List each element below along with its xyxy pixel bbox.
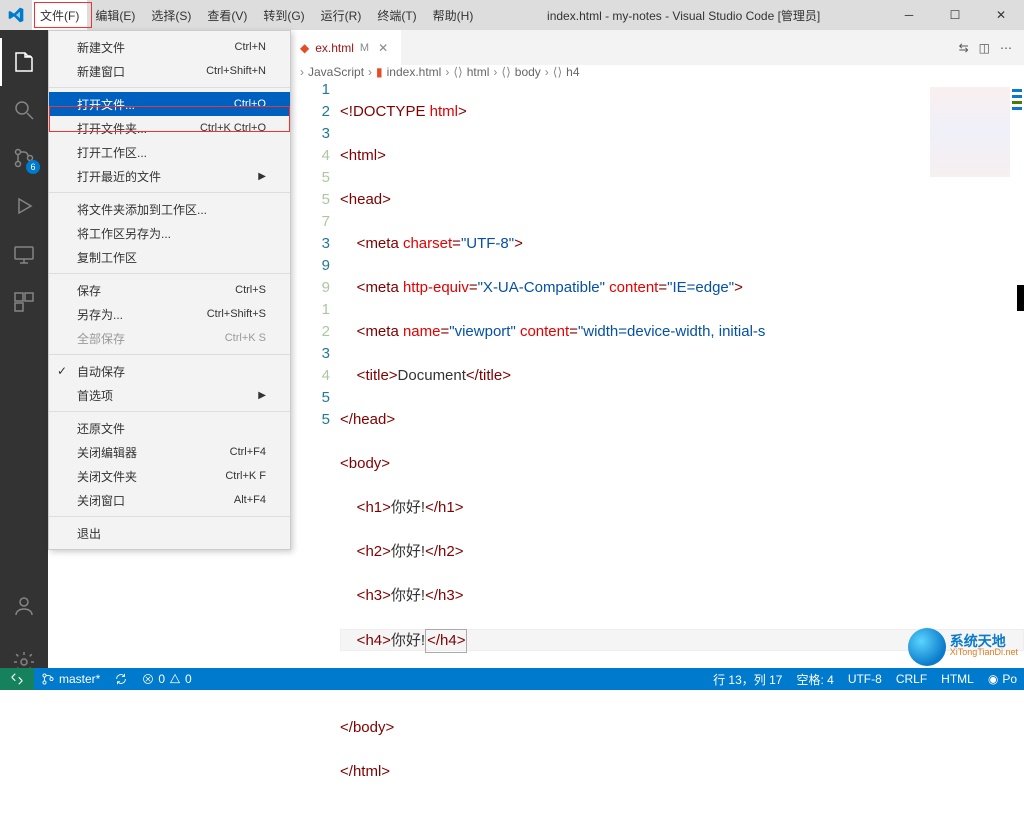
brace-icon: ⟨⟩	[553, 65, 562, 79]
tab-html-icon: ◆	[300, 41, 309, 55]
menu-close-window[interactable]: 关闭窗口Alt+F4	[49, 488, 290, 512]
menu-close-editor[interactable]: 关闭编辑器Ctrl+F4	[49, 440, 290, 464]
brace-icon: ⟨⟩	[453, 65, 462, 79]
activity-bar: 6	[0, 30, 48, 690]
html-file-icon: ▮	[376, 65, 383, 79]
search-icon[interactable]	[0, 86, 48, 134]
menu-select[interactable]: 选择(S)	[143, 0, 199, 30]
close-button[interactable]: ✕	[978, 0, 1024, 30]
status-sync[interactable]	[107, 668, 135, 690]
menu-run[interactable]: 运行(R)	[313, 0, 370, 30]
status-problems[interactable]: 0 0	[135, 668, 198, 690]
chevron-right-icon: ›	[300, 65, 304, 79]
brace-icon: ⟨⟩	[501, 65, 510, 79]
menu-autosave[interactable]: ✓自动保存	[49, 359, 290, 383]
menu-add-folder[interactable]: 将文件夹添加到工作区...	[49, 197, 290, 221]
split-icon[interactable]: ◫	[979, 41, 990, 55]
window-controls: ─ ☐ ✕	[886, 0, 1024, 30]
breadcrumb-body[interactable]: body	[515, 65, 541, 79]
menu-open-folder[interactable]: 打开文件夹...Ctrl+K Ctrl+O	[49, 116, 290, 140]
tab-close-icon[interactable]: ✕	[375, 41, 391, 55]
minimap[interactable]	[930, 87, 1010, 177]
menu-file[interactable]: 文件(F)	[32, 0, 87, 30]
title-bar: 文件(F) 编辑(E) 选择(S) 查看(V) 转到(G) 运行(R) 终端(T…	[0, 0, 1024, 30]
breadcrumb-file[interactable]: index.html	[387, 65, 442, 79]
remote-icon[interactable]	[0, 230, 48, 278]
menu-open-file[interactable]: 打开文件...Ctrl+O	[49, 92, 290, 116]
menu-dup-workspace[interactable]: 复制工作区	[49, 245, 290, 269]
check-icon: ✓	[57, 364, 67, 378]
watermark-en: XiTongTianDi.net	[950, 647, 1018, 658]
watermark: 系统天地 XiTongTianDi.net	[908, 628, 1018, 666]
status-branch[interactable]: master*	[34, 668, 107, 690]
menu-view[interactable]: 查看(V)	[199, 0, 255, 30]
breadcrumb-html[interactable]: html	[467, 65, 490, 79]
menu-new-window[interactable]: 新建窗口Ctrl+Shift+N	[49, 59, 290, 83]
extensions-icon[interactable]	[0, 278, 48, 326]
menu-separator	[49, 354, 290, 355]
menu-new-file[interactable]: 新建文件Ctrl+N	[49, 35, 290, 59]
minimize-button[interactable]: ─	[886, 0, 932, 30]
menu-help[interactable]: 帮助(H)	[425, 0, 482, 30]
status-language[interactable]: HTML	[934, 668, 981, 690]
explorer-icon[interactable]	[0, 38, 48, 86]
menu-save-workspace-as[interactable]: 将工作区另存为...	[49, 221, 290, 245]
menu-bar: 文件(F) 编辑(E) 选择(S) 查看(V) 转到(G) 运行(R) 终端(T…	[32, 0, 481, 30]
menu-separator	[49, 516, 290, 517]
chevron-right-icon: ›	[545, 65, 549, 79]
menu-separator	[49, 87, 290, 88]
status-port[interactable]: ◉ Po	[981, 668, 1024, 690]
status-bar: master* 0 0 行 13，列 17 空格: 4 UTF-8 CRLF H…	[0, 668, 1024, 690]
menu-save-all[interactable]: 全部保存Ctrl+K S	[49, 326, 290, 350]
overview-ruler[interactable]	[1010, 87, 1024, 647]
window-title: index.html - my-notes - Visual Studio Co…	[481, 7, 886, 24]
scroll-thumb[interactable]	[1017, 285, 1024, 311]
menu-separator	[49, 273, 290, 274]
menu-save-as[interactable]: 另存为...Ctrl+Shift+S	[49, 302, 290, 326]
code-content[interactable]: <!DOCTYPE html> <html> <head> <meta char…	[340, 79, 1024, 827]
maximize-button[interactable]: ☐	[932, 0, 978, 30]
tab-label: ex.html	[315, 41, 354, 55]
menu-goto[interactable]: 转到(G)	[255, 0, 312, 30]
menu-close-folder[interactable]: 关闭文件夹Ctrl+K F	[49, 464, 290, 488]
breadcrumb-h4[interactable]: h4	[566, 65, 579, 79]
scm-badge: 6	[26, 160, 40, 174]
remote-indicator[interactable]	[0, 668, 34, 690]
watermark-globe-icon	[908, 628, 946, 666]
scm-icon[interactable]: 6	[0, 134, 48, 182]
menu-edit[interactable]: 编辑(E)	[87, 0, 143, 30]
tab-modified-indicator: M	[360, 42, 369, 54]
status-cursor[interactable]: 行 13，列 17	[706, 668, 789, 690]
menu-revert[interactable]: 还原文件	[49, 416, 290, 440]
file-dropdown-menu: 新建文件Ctrl+N 新建窗口Ctrl+Shift+N 打开文件...Ctrl+…	[48, 30, 291, 550]
chevron-right-icon: ›	[445, 65, 449, 79]
editor-actions: ⇆ ◫ ⋯	[959, 41, 1024, 55]
account-icon[interactable]	[0, 582, 48, 630]
menu-separator	[49, 192, 290, 193]
vscode-logo-icon	[0, 0, 32, 30]
chevron-right-icon: ›	[493, 65, 497, 79]
tab-index-html[interactable]: ◆ ex.html M ✕	[290, 30, 401, 65]
watermark-cn: 系统天地	[950, 636, 1018, 647]
menu-open-recent[interactable]: 打开最近的文件▶	[49, 164, 290, 188]
status-encoding[interactable]: UTF-8	[841, 668, 889, 690]
breadcrumb-folder[interactable]: JavaScript	[308, 65, 364, 79]
line-number-gutter: 1 2 3 4 5 5 7 3 9 9 1 2 3 4 5 5	[300, 79, 340, 827]
more-icon[interactable]: ⋯	[1000, 41, 1012, 55]
menu-save[interactable]: 保存Ctrl+S	[49, 278, 290, 302]
menu-terminal[interactable]: 终端(T)	[369, 0, 424, 30]
status-indent[interactable]: 空格: 4	[789, 668, 840, 690]
chevron-right-icon: ›	[368, 65, 372, 79]
menu-separator	[49, 411, 290, 412]
menu-exit[interactable]: 退出	[49, 521, 290, 545]
compare-icon[interactable]: ⇆	[959, 41, 969, 55]
debug-icon[interactable]	[0, 182, 48, 230]
menu-preferences[interactable]: 首选项▶	[49, 383, 290, 407]
menu-open-workspace[interactable]: 打开工作区...	[49, 140, 290, 164]
status-eol[interactable]: CRLF	[889, 668, 934, 690]
